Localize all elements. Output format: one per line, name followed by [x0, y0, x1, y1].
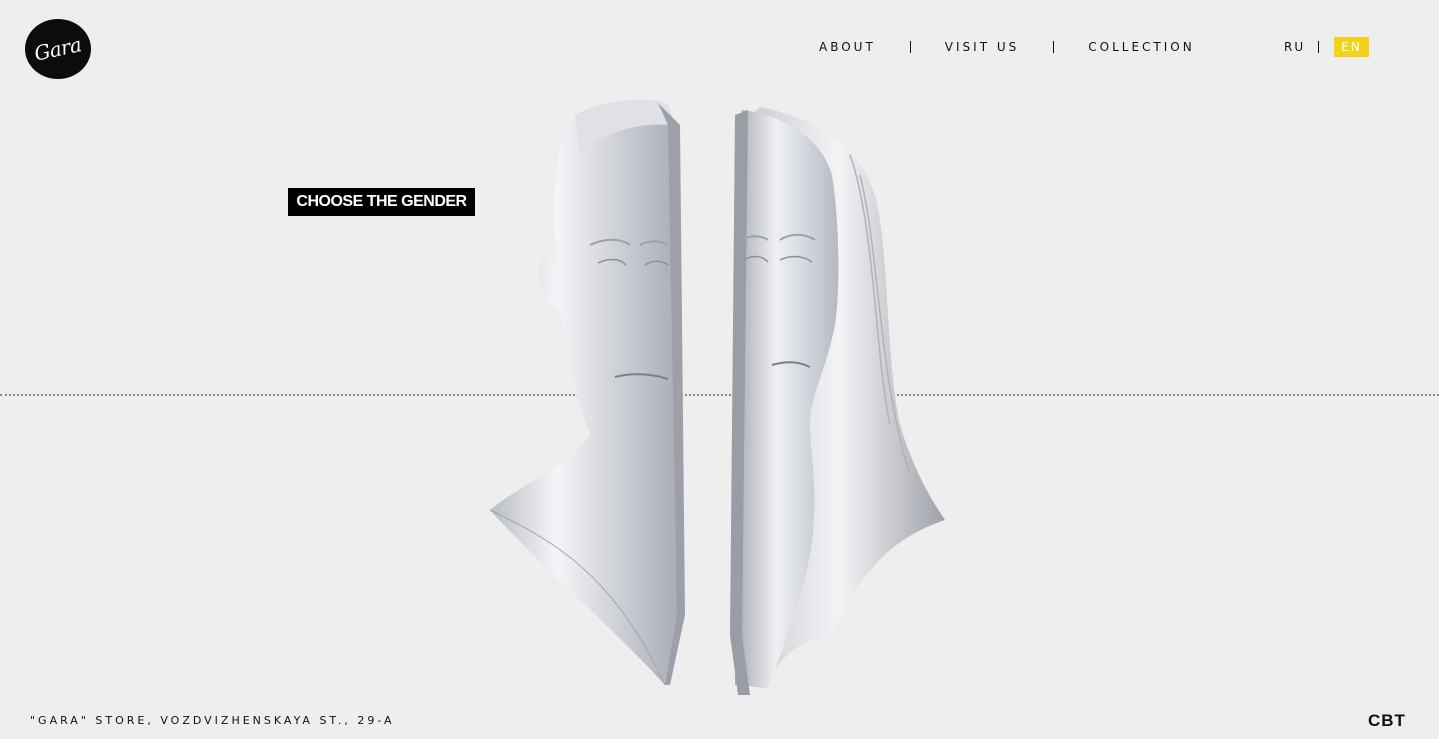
- male-bust-icon[interactable]: [489, 99, 685, 686]
- language-switcher: RU EN: [1284, 37, 1369, 57]
- nav-collection[interactable]: COLLECTION: [1088, 40, 1194, 54]
- female-bust-icon[interactable]: [730, 107, 945, 695]
- store-address: "GARA" STORE, VOZDVIZHENSKAYA ST., 29-A: [30, 714, 395, 727]
- lang-separator: [1318, 41, 1320, 53]
- gara-logo[interactable]: Gara: [25, 19, 91, 79]
- lang-en[interactable]: EN: [1334, 37, 1369, 57]
- main-nav: ABOUT VISIT US COLLECTION: [819, 40, 1195, 54]
- lang-ru[interactable]: RU: [1284, 40, 1305, 54]
- logo-text: Gara: [32, 32, 84, 66]
- choose-gender-label: CHOOSE THE GENDER: [288, 188, 475, 216]
- nav-separator: [909, 41, 911, 53]
- cbt-brand[interactable]: CBT: [1368, 711, 1406, 731]
- nav-about[interactable]: ABOUT: [819, 40, 876, 54]
- gender-busts: [489, 99, 945, 695]
- nav-visit-us[interactable]: VISIT US: [945, 40, 1019, 54]
- nav-separator: [1053, 41, 1055, 53]
